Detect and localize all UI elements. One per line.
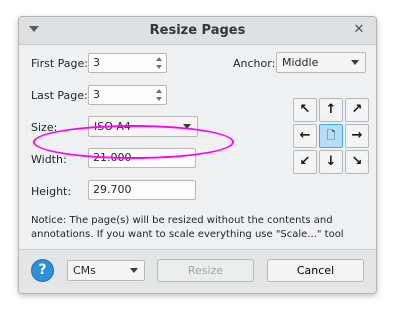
anchor-right-button[interactable]: → bbox=[345, 124, 369, 148]
units-select[interactable]: CMs bbox=[67, 260, 145, 281]
first-page-label: First Page: bbox=[31, 57, 88, 70]
first-page-spinbox[interactable]: 3 bbox=[88, 53, 167, 73]
height-value: 29.700 bbox=[93, 183, 132, 196]
last-page-label: Last Page: bbox=[31, 89, 88, 102]
anchor-top-left-button[interactable]: ↖ bbox=[293, 98, 317, 122]
anchor-top-right-button[interactable]: ↗ bbox=[345, 98, 369, 122]
increment-icon[interactable] bbox=[156, 57, 162, 61]
anchor-bottom-button[interactable]: ↓ bbox=[319, 150, 343, 174]
anchor-bottom-right-button[interactable]: ↘ bbox=[345, 150, 369, 174]
chevron-down-icon bbox=[130, 268, 138, 273]
anchor-left-button[interactable]: ← bbox=[293, 124, 317, 148]
units-value: CMs bbox=[73, 264, 96, 277]
cancel-button[interactable]: Cancel bbox=[267, 259, 364, 282]
decrement-icon[interactable] bbox=[156, 65, 162, 69]
width-value: 21.000 bbox=[93, 151, 132, 164]
first-page-stepper[interactable] bbox=[154, 55, 164, 71]
notice-text: Notice: The page(s) will be resized with… bbox=[31, 215, 344, 240]
anchor-value: Middle bbox=[282, 56, 319, 69]
anchor-grid: ↖ ↑ ↗ ← 🗋 → ↙ ↓ ↘ bbox=[293, 98, 370, 175]
anchor-middle-button[interactable]: 🗋 bbox=[319, 124, 343, 148]
size-select[interactable]: ISO A4 bbox=[88, 116, 198, 137]
last-page-stepper[interactable] bbox=[154, 87, 164, 103]
size-label: Size: bbox=[31, 121, 58, 134]
resize-pages-dialog: Resize Pages ✕ First Page: 3 Anchor: Mid… bbox=[18, 16, 377, 294]
size-value: ISO A4 bbox=[94, 120, 131, 133]
window-title: Resize Pages bbox=[149, 23, 246, 38]
height-label: Height: bbox=[31, 185, 72, 198]
chevron-down-icon bbox=[351, 60, 359, 65]
last-page-value: 3 bbox=[93, 88, 100, 101]
width-field[interactable]: 21.000 bbox=[88, 148, 196, 168]
anchor-top-button[interactable]: ↑ bbox=[319, 98, 343, 122]
width-label: Width: bbox=[31, 153, 67, 166]
anchor-select[interactable]: Middle bbox=[276, 52, 366, 73]
close-icon[interactable]: ✕ bbox=[352, 23, 366, 37]
first-page-value: 3 bbox=[93, 56, 100, 69]
title-bar: Resize Pages ✕ bbox=[19, 17, 376, 45]
anchor-label: Anchor: bbox=[233, 57, 276, 70]
last-page-spinbox[interactable]: 3 bbox=[88, 85, 167, 105]
increment-icon[interactable] bbox=[156, 89, 162, 93]
decrement-icon[interactable] bbox=[156, 97, 162, 101]
anchor-bottom-left-button[interactable]: ↙ bbox=[293, 150, 317, 174]
help-icon[interactable]: ? bbox=[31, 259, 54, 282]
resize-button[interactable]: Resize bbox=[157, 259, 254, 282]
height-field[interactable]: 29.700 bbox=[88, 180, 196, 200]
chevron-down-icon bbox=[183, 124, 191, 129]
